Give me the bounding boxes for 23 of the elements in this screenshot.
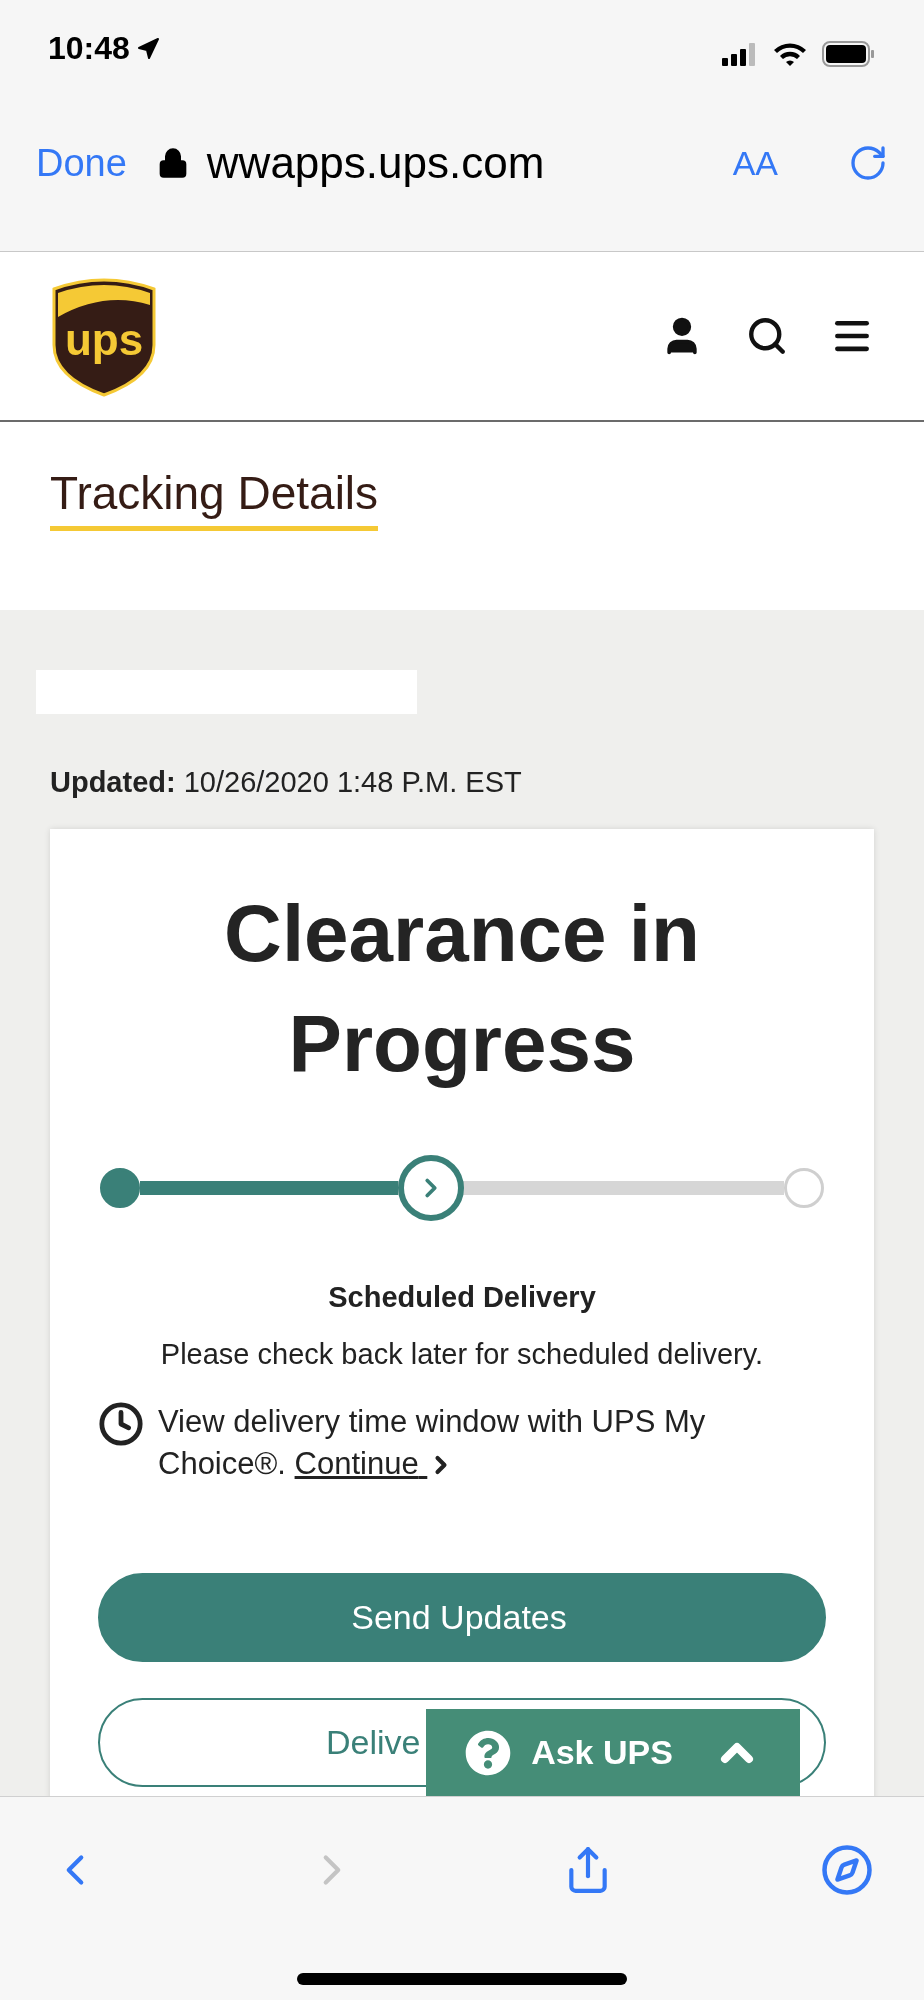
text-size-button[interactable]: AA xyxy=(732,143,778,183)
url-text[interactable]: wwapps.ups.com xyxy=(206,138,703,188)
primary-button[interactable]: Send Updates xyxy=(98,1573,826,1662)
my-choice-text: View delivery time window with UPS My Choice®. Continue xyxy=(158,1403,707,1483)
search-icon[interactable] xyxy=(746,315,788,357)
scheduled-message: Please check back later for scheduled delivery. xyxy=(159,1338,765,1371)
compass-icon[interactable] xyxy=(819,1843,874,1897)
location-arrow-icon xyxy=(135,36,160,61)
scheduled-title: Scheduled Delivery xyxy=(327,1281,597,1314)
page-title: Tracking Details xyxy=(50,466,379,531)
continue-link[interactable]: Continue xyxy=(294,1446,456,1481)
status-time: 10:48 xyxy=(48,30,130,67)
start-step-dot xyxy=(100,1168,140,1208)
help-icon xyxy=(465,1729,512,1776)
clock-icon xyxy=(98,1401,144,1447)
done-button[interactable]: Done xyxy=(36,141,127,185)
status-heading: Clearance in Progress xyxy=(223,888,701,1090)
reload-icon[interactable] xyxy=(848,143,888,183)
updated-text: Updated: 10/26/2020 1:48 P.M. EST xyxy=(50,766,523,799)
ask-ups-toast[interactable]: Ask UPS xyxy=(426,1709,800,1796)
signal-icon xyxy=(722,42,758,66)
battery-icon xyxy=(822,41,876,67)
wifi-icon xyxy=(772,41,808,67)
